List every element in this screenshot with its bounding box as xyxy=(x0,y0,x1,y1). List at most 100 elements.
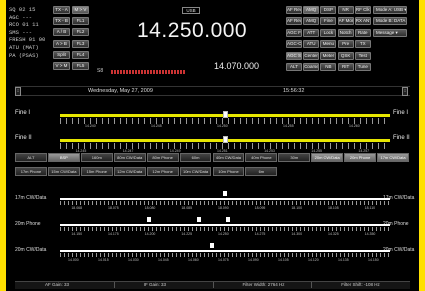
function-button[interactable]: ALT xyxy=(286,63,302,71)
band-track[interactable] xyxy=(60,198,390,200)
band-marker[interactable] xyxy=(147,217,152,222)
vfo-button[interactable]: FL3 xyxy=(72,39,89,48)
vfo-button[interactable]: FL2 xyxy=(72,28,89,37)
vfo-button[interactable]: TX - B xyxy=(53,17,70,26)
vfo-button[interactable]: FL5 xyxy=(72,62,89,70)
band-button[interactable]: 20m Phone xyxy=(344,153,377,162)
band-button[interactable]: 12m CW/Data xyxy=(113,167,146,176)
scroll-up-icon[interactable]: ↕ xyxy=(15,87,21,96)
main-frequency[interactable]: 14.250.000 xyxy=(137,19,247,43)
vfo-button[interactable]: A > B xyxy=(53,39,70,48)
band-button[interactable]: 6m xyxy=(245,167,278,176)
s-meter xyxy=(111,70,186,74)
band-button[interactable]: 20m CW/Data xyxy=(311,153,344,162)
function-button[interactable]: Test xyxy=(354,51,371,60)
band-button[interactable]: 160m xyxy=(80,153,113,162)
band-button[interactable]: 30m xyxy=(278,153,311,162)
function-button[interactable]: Pre xyxy=(337,40,354,49)
status-line: PA (PSAS) xyxy=(9,51,39,59)
band-track-label: 20m Phone xyxy=(15,221,41,227)
vfo-button[interactable]: Split xyxy=(53,50,70,59)
function-button[interactable]: AF Rev xyxy=(286,6,302,14)
footer-readout: IF Gain: 33 xyxy=(143,282,167,287)
function-button[interactable]: Notch xyxy=(337,28,354,37)
status-line: AGC --- xyxy=(9,13,33,21)
status-panel: SQ 02 15 AGC --- RCO 01 11 SMS --- FRESH 0… xyxy=(9,6,54,59)
band-tick-label: 14.225 xyxy=(181,232,193,236)
footer-divider xyxy=(311,282,313,288)
vfo-button[interactable]: TX - A xyxy=(53,6,70,14)
band-button[interactable]: 17m Phone xyxy=(15,167,47,176)
function-button[interactable]: RX ANT xyxy=(354,17,371,26)
function-button[interactable]: AMQ xyxy=(303,6,320,14)
chevron-down-icon: ▾ xyxy=(404,7,407,12)
sub-frequency[interactable]: 14.070.000 xyxy=(214,61,274,71)
function-button[interactable]: AGC F xyxy=(286,28,302,37)
band-tick-label: 14.075 xyxy=(218,258,229,262)
function-button[interactable]: RF Clk xyxy=(354,6,371,14)
band-button[interactable]: 10m CW/Data xyxy=(179,167,212,176)
band-button[interactable]: ALT xyxy=(15,153,47,162)
vfo-button[interactable]: M > V xyxy=(72,6,89,14)
band-button[interactable]: 17m CW/Data xyxy=(377,153,409,162)
vfo-button[interactable]: V > M xyxy=(53,62,70,70)
status-line: SMS --- xyxy=(9,28,33,36)
band-marker[interactable] xyxy=(209,243,214,248)
date-display: Wednesday, May 27, 2009 xyxy=(88,88,153,94)
function-button[interactable]: NB xyxy=(320,63,337,71)
band-button[interactable]: 40m Phone xyxy=(245,153,278,162)
scroll-down-icon[interactable]: ↕ xyxy=(402,87,408,96)
band-button[interactable]: 12m Phone xyxy=(146,167,179,176)
function-button[interactable]: Fine xyxy=(320,17,337,26)
function-button[interactable]: AMQ xyxy=(303,17,320,26)
function-button[interactable]: DSP xyxy=(320,6,337,14)
function-button[interactable]: Rate xyxy=(354,28,371,37)
band-track[interactable] xyxy=(60,250,390,252)
fine-tuner-marker[interactable] xyxy=(222,111,228,118)
function-button[interactable]: Center xyxy=(303,51,320,60)
function-button[interactable]: ATT xyxy=(303,28,320,37)
band-marker[interactable] xyxy=(226,217,231,222)
mode-select[interactable]: Message ▾ xyxy=(373,28,407,37)
function-button[interactable]: AGC-Off xyxy=(286,40,302,49)
mode-select[interactable]: Mode B: DATA ▾ xyxy=(373,17,407,26)
vfo-button[interactable]: FL4 xyxy=(72,50,89,59)
function-button[interactable]: QSK xyxy=(337,51,354,60)
function-button[interactable]: AF Mon xyxy=(337,17,354,26)
band-tick-label: 14.300 xyxy=(291,232,303,236)
band-button[interactable]: 10m Phone xyxy=(212,167,245,176)
footer-divider xyxy=(212,282,214,288)
band-tick-label: 14.030 xyxy=(128,258,139,262)
band-button[interactable]: 15m Phone xyxy=(80,167,113,176)
function-button[interactable]: Lock xyxy=(320,28,337,37)
vfo-button[interactable]: A / B xyxy=(53,28,70,37)
fine-tuner-tick-label: 14.250 xyxy=(217,124,228,128)
band-button[interactable]: 60m xyxy=(179,153,212,162)
function-button[interactable]: AF Rev xyxy=(286,17,302,26)
function-button[interactable]: TX xyxy=(354,40,371,49)
function-button[interactable]: NR xyxy=(337,6,354,14)
band-marker[interactable] xyxy=(223,191,227,196)
function-button[interactable]: Menu xyxy=(320,40,337,49)
function-button[interactable]: RIT xyxy=(337,63,354,71)
band-track-label: 20m CW/Data xyxy=(15,247,47,253)
band-button[interactable]: BSP xyxy=(47,153,80,162)
band-button[interactable]: 80m CW/Data xyxy=(113,153,146,162)
band-button[interactable]: 15m CW/Data xyxy=(47,167,80,176)
vfo-button[interactable]: FL1 xyxy=(72,17,89,26)
function-button[interactable]: Meter xyxy=(320,51,337,60)
band-tick-label: 14.350 xyxy=(364,232,376,236)
band-marker[interactable] xyxy=(196,217,201,222)
function-button[interactable]: AGC S xyxy=(286,51,302,60)
band-button[interactable]: 80m Phone xyxy=(146,153,179,162)
footer-readout: Filter Width: 2764 Hz xyxy=(242,282,285,287)
fine-tuner-marker[interactable] xyxy=(222,136,228,143)
function-button[interactable]: Tune xyxy=(354,63,371,71)
band-tick-label: 18.080 xyxy=(144,206,156,210)
band-tick-label: 18.068 xyxy=(71,206,83,210)
band-button[interactable]: 40m CW/Data xyxy=(212,153,245,162)
function-button[interactable]: ATU xyxy=(303,40,320,49)
function-button[interactable]: Coarse xyxy=(303,63,320,71)
band-track[interactable] xyxy=(60,224,390,226)
mode-select[interactable]: Mode A: USB ▾ xyxy=(373,6,407,14)
